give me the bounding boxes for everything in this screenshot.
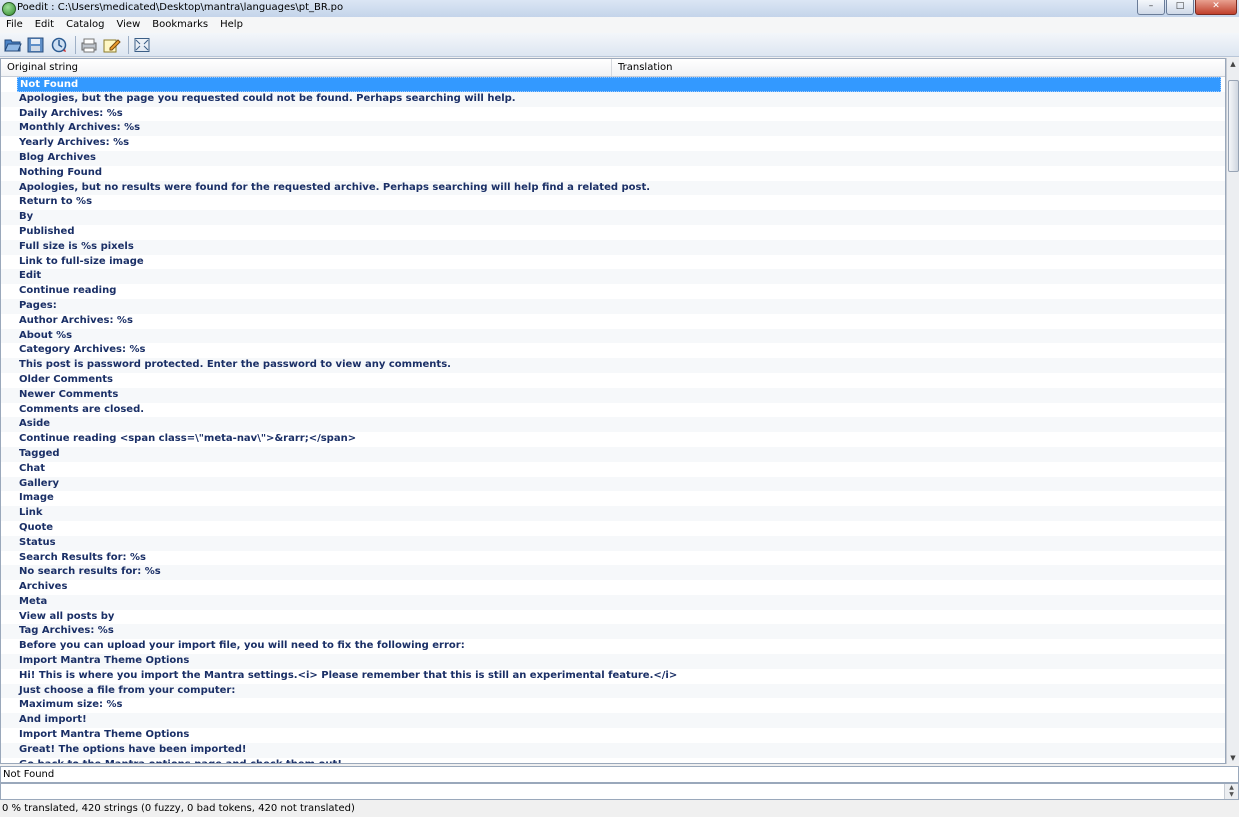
list-row[interactable]: Apologies, but no results were found for…: [1, 180, 1225, 196]
list-row[interactable]: Nothing Found: [1, 166, 1225, 181]
fullscreen-icon: [134, 37, 150, 52]
edit-comment-icon: [103, 38, 121, 52]
column-header-original[interactable]: Original string: [1, 59, 612, 76]
list-row[interactable]: Meta: [1, 594, 1225, 610]
list-row[interactable]: Blog Archives: [1, 150, 1225, 166]
validate-icon: [81, 38, 97, 52]
column-header-translation[interactable]: Translation: [612, 59, 1225, 76]
toolbar: [0, 33, 1239, 57]
fullscreen-button[interactable]: [132, 36, 152, 54]
translation-scrollbar[interactable]: ▲ ▼: [1224, 784, 1238, 799]
list-row[interactable]: Status: [1, 535, 1225, 551]
maximize-button[interactable]: □: [1166, 0, 1194, 15]
edit-comment-button[interactable]: [102, 36, 122, 54]
open-button[interactable]: [3, 36, 23, 54]
menu-edit[interactable]: Edit: [29, 17, 60, 33]
list-row[interactable]: Go back to the Mantra options page and c…: [1, 758, 1225, 763]
window-title: Poedit : C:\Users\medicated\Desktop\mant…: [17, 2, 344, 13]
list-row[interactable]: Archives: [1, 580, 1225, 595]
list-row[interactable]: Newer Comments: [1, 387, 1225, 403]
list-row[interactable]: Just choose a file from your computer:: [1, 683, 1225, 699]
save-button[interactable]: [26, 36, 46, 54]
title-bar: Poedit : C:\Users\medicated\Desktop\mant…: [0, 0, 1239, 18]
list-row[interactable]: No search results for: %s: [1, 565, 1225, 581]
update-icon: [51, 37, 67, 52]
status-bar: 0 % translated, 420 strings (0 fuzzy, 0 …: [0, 801, 1239, 817]
list-row[interactable]: Category Archives: %s: [1, 343, 1225, 358]
list-row[interactable]: Maximum size: %s: [1, 698, 1225, 713]
list-row[interactable]: Import Mantra Theme Options: [1, 728, 1225, 743]
list-row[interactable]: Full size is %s pixels: [1, 239, 1225, 255]
list-row[interactable]: Author Archives: %s: [1, 314, 1225, 329]
list-row[interactable]: About %s: [1, 328, 1225, 344]
scroll-up-arrow[interactable]: ▲: [1227, 58, 1239, 70]
menu-view[interactable]: View: [111, 17, 147, 33]
menu-catalog[interactable]: Catalog: [60, 17, 110, 33]
translation-list[interactable]: Original string Translation Not Found Apo…: [0, 58, 1226, 764]
list-row[interactable]: Link: [1, 506, 1225, 521]
list-row[interactable]: Return to %s: [1, 195, 1225, 210]
list-row[interactable]: Image: [1, 491, 1225, 506]
save-icon: [27, 37, 44, 52]
list-row[interactable]: Yearly Archives: %s: [1, 136, 1225, 151]
list-row[interactable]: Search Results for: %s: [1, 551, 1225, 566]
list-row[interactable]: Edit: [1, 269, 1225, 285]
list-row[interactable]: Continue reading: [1, 284, 1225, 299]
list-row[interactable]: Continue reading <span class=\"meta-nav\…: [1, 432, 1225, 447]
scroll-thumb[interactable]: [1228, 80, 1239, 172]
list-row[interactable]: Comments are closed.: [1, 403, 1225, 418]
list-row[interactable]: Monthly Archives: %s: [1, 121, 1225, 137]
list-rows: Not Found Apologies, but the page you req…: [1, 77, 1225, 763]
list-row[interactable]: Quote: [1, 521, 1225, 536]
list-row[interactable]: Published: [1, 225, 1225, 240]
source-text-box: Not Found: [0, 766, 1239, 783]
list-row[interactable]: This post is password protected. Enter t…: [1, 358, 1225, 373]
open-icon: [4, 39, 22, 51]
translation-input[interactable]: ▲ ▼: [0, 783, 1239, 800]
scroll-down-arrow[interactable]: ▼: [1227, 752, 1239, 764]
menu-help[interactable]: Help: [214, 17, 249, 33]
list-row[interactable]: Apologies, but the page you requested co…: [1, 91, 1225, 107]
list-row[interactable]: Gallery: [1, 476, 1225, 492]
menu-file[interactable]: File: [0, 17, 29, 33]
list-scrollbar[interactable]: ▲ ▼: [1226, 58, 1239, 764]
list-row[interactable]: By: [1, 210, 1225, 225]
toolbar-separator: [128, 35, 129, 54]
toolbar-separator: [75, 35, 76, 54]
list-row[interactable]: And import!: [1, 713, 1225, 729]
list-row[interactable]: Pages:: [1, 298, 1225, 314]
menu-bar: File Edit Catalog View Bookmarks Help: [0, 17, 1239, 33]
list-row[interactable]: Link to full-size image: [1, 255, 1225, 270]
list-row[interactable]: Not Found: [17, 77, 1221, 92]
list-row[interactable]: Chat: [1, 462, 1225, 477]
list-row[interactable]: Daily Archives: %s: [1, 107, 1225, 122]
update-button[interactable]: [49, 36, 69, 54]
poedit-app-icon[interactable]: [2, 2, 16, 16]
list-row[interactable]: Import Mantra Theme Options: [1, 654, 1225, 669]
validate-button[interactable]: [79, 36, 99, 54]
list-header: Original string Translation: [1, 59, 1225, 77]
list-row[interactable]: Hi! This is where you import the Mantra …: [1, 669, 1225, 684]
list-row[interactable]: Great! The options have been imported!: [1, 742, 1225, 758]
list-row[interactable]: Before you can upload your import file, …: [1, 639, 1225, 654]
list-row[interactable]: Tagged: [1, 446, 1225, 462]
close-button[interactable]: ✕: [1195, 0, 1237, 15]
list-row[interactable]: Aside: [1, 417, 1225, 433]
list-row[interactable]: View all posts by: [1, 610, 1225, 625]
menu-bookmarks[interactable]: Bookmarks: [146, 17, 214, 33]
list-row[interactable]: Older Comments: [1, 373, 1225, 388]
minimize-button[interactable]: –: [1137, 0, 1165, 15]
list-row[interactable]: Tag Archives: %s: [1, 624, 1225, 640]
